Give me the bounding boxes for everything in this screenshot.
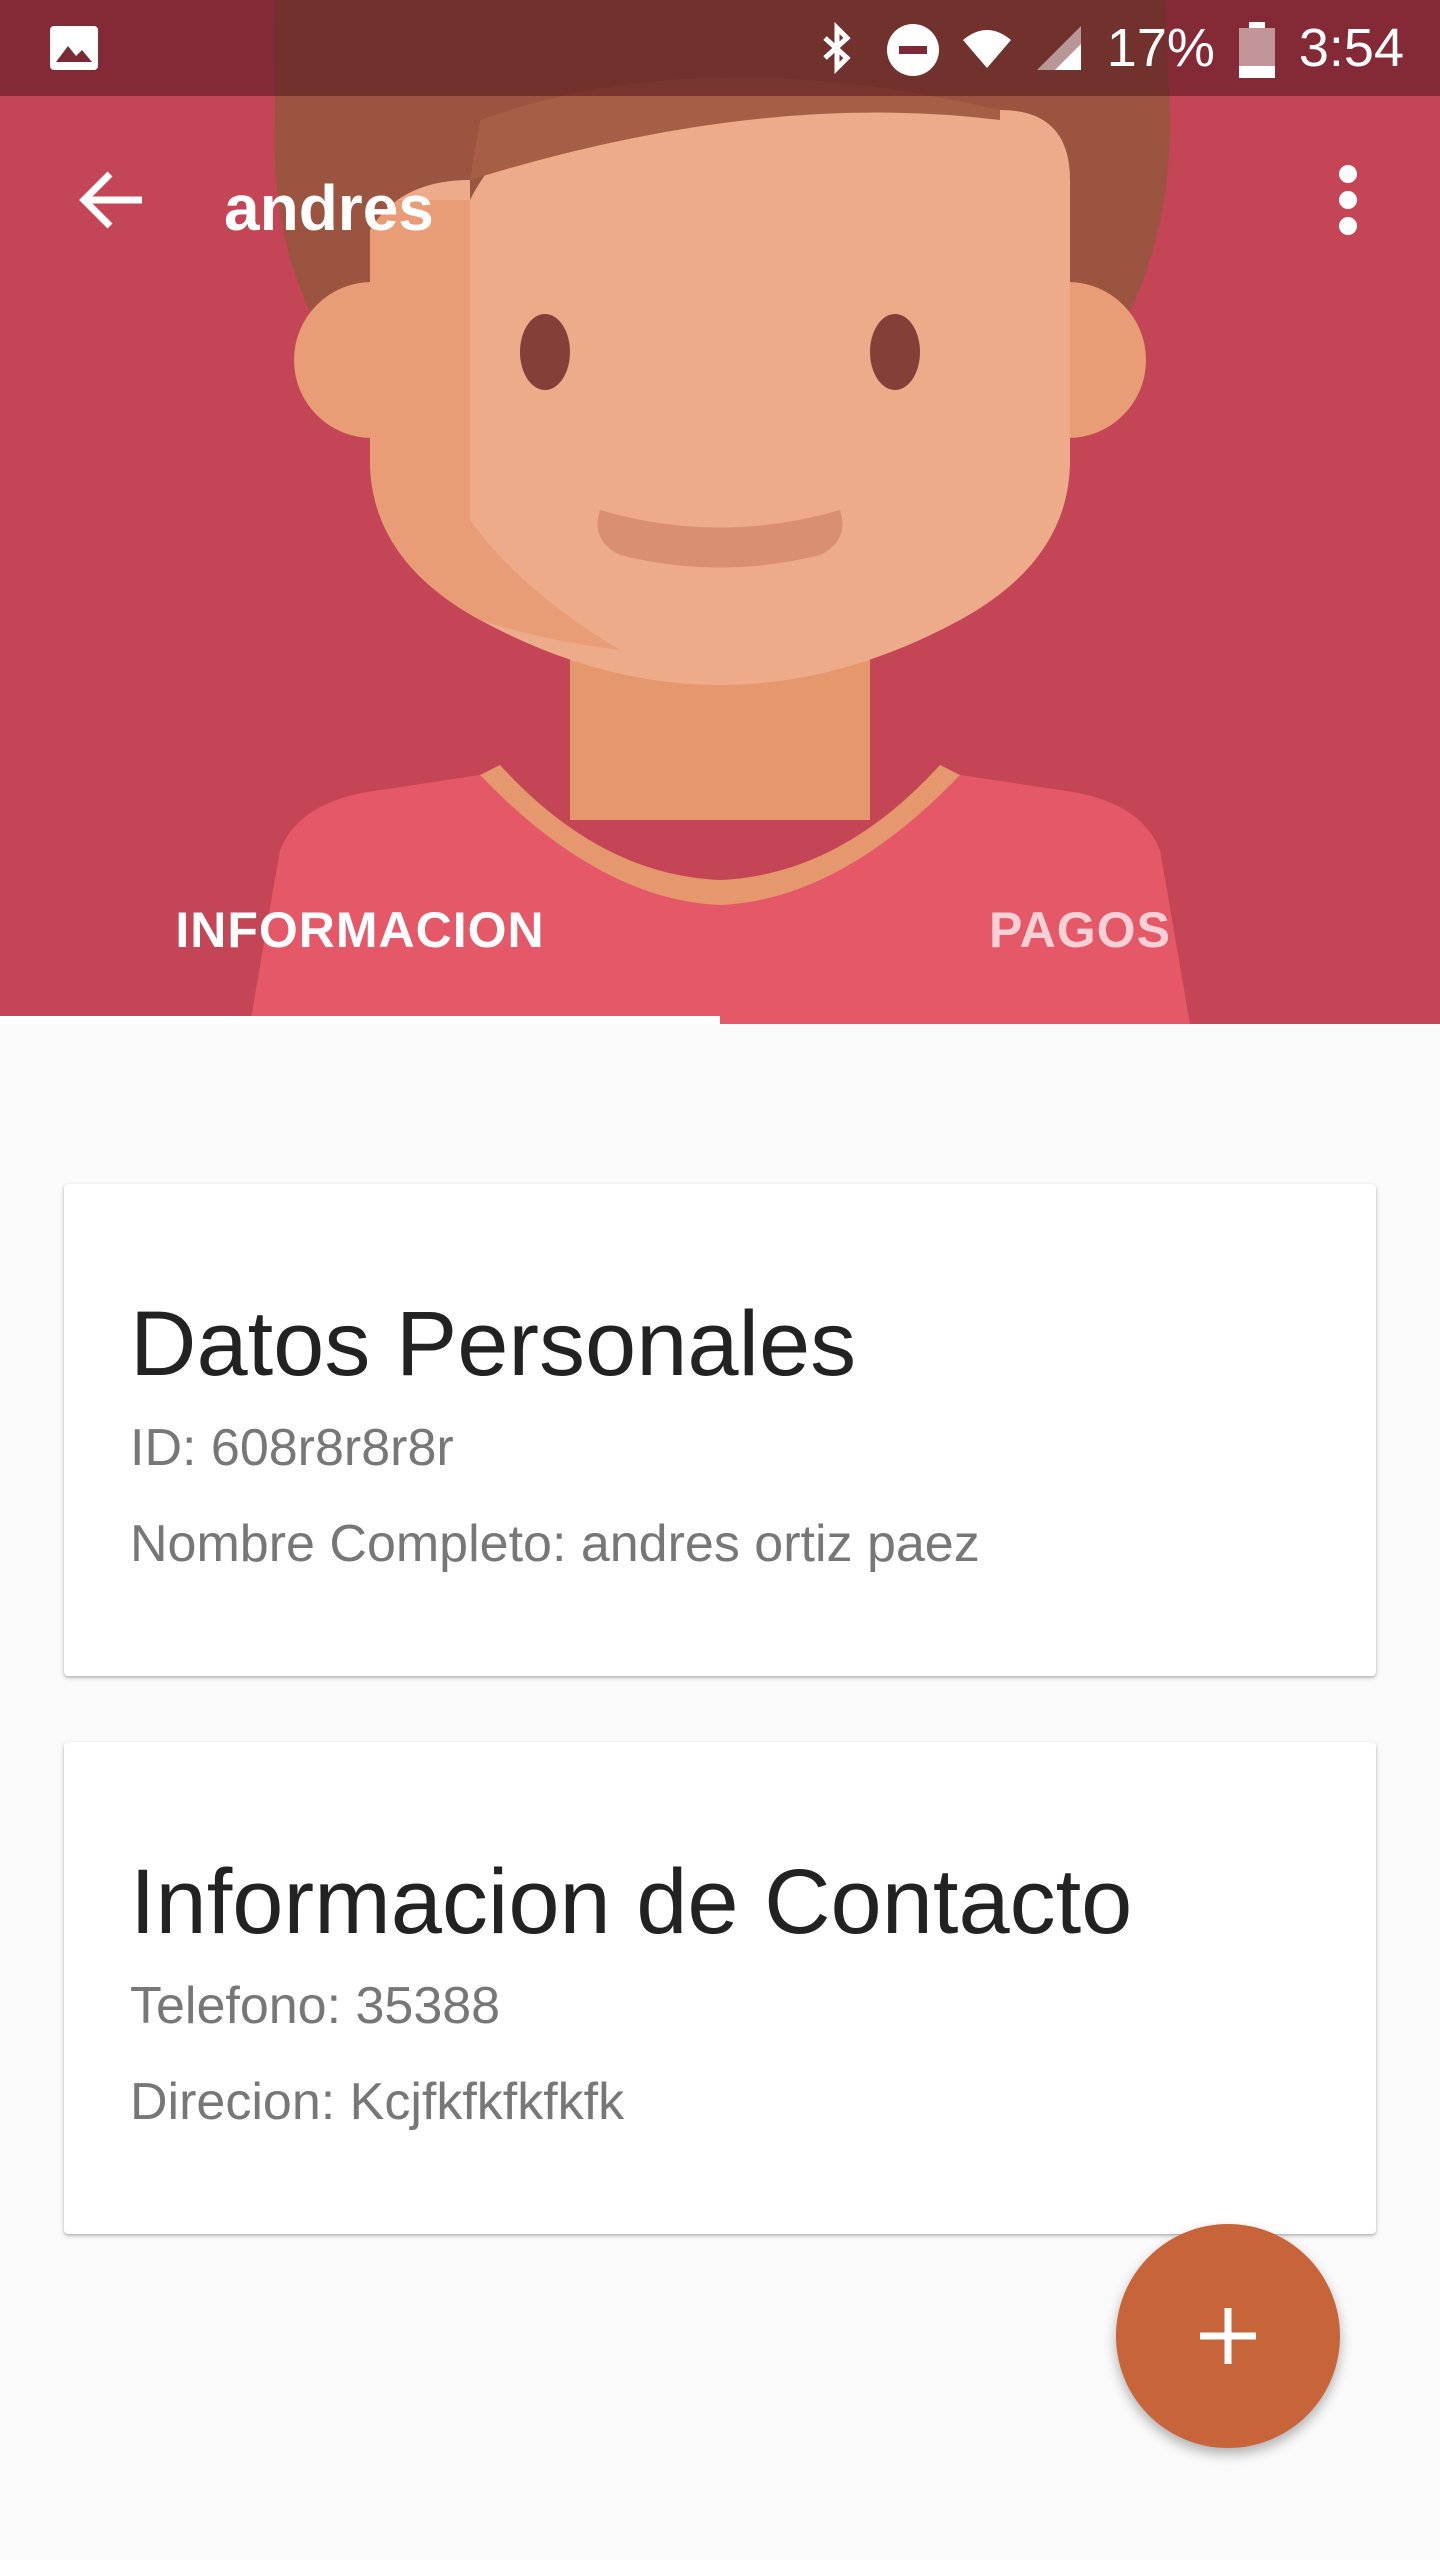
do-not-disturb-icon (885, 22, 939, 76)
toolbar: andres (0, 96, 1440, 320)
arrow-back-icon (79, 171, 142, 229)
battery-icon (1237, 22, 1277, 78)
bluetooth-icon (811, 21, 863, 75)
card-datos-personales: Datos Personales ID: 608r8r8r8r Nombre C… (64, 1184, 1376, 1676)
overflow-menu-button[interactable] (1296, 148, 1400, 252)
full-name-text: Nombre Completo: andres ortiz paez (130, 1515, 980, 1573)
battery-percent: 17% (1106, 18, 1215, 78)
image-icon (48, 24, 100, 72)
address-text: Direcion: Kcjfkfkfkfkfk (130, 2073, 625, 2131)
card-informacion-contacto: Informacion de Contacto Telefono: 35388 … (64, 1742, 1376, 2234)
tab-indicator (0, 1016, 720, 1024)
tab-informacion[interactable]: INFORMACION (0, 840, 720, 1020)
card-title: Datos Personales (130, 1293, 857, 1395)
tab-pagos[interactable]: PAGOS (720, 840, 1440, 1020)
clock: 3:54 (1298, 18, 1404, 78)
wifi-icon (959, 22, 1011, 74)
id-text: ID: 608r8r8r8r (130, 1419, 454, 1477)
add-fab-button[interactable] (1116, 2224, 1340, 2448)
phone-text: Telefono: 35388 (130, 1977, 501, 2035)
tab-bar: INFORMACION PAGOS (0, 840, 1440, 1024)
profile-header: 17% 3:54 andres INFORMACION PAGOS (0, 0, 1440, 1024)
card-title: Informacion de Contacto (130, 1851, 1133, 1953)
plus-icon (1200, 2308, 1256, 2364)
back-button[interactable] (60, 148, 164, 252)
more-vert-icon (1339, 165, 1357, 235)
signal-icon (1033, 22, 1085, 74)
page-title: andres (224, 172, 434, 244)
status-bar: 17% 3:54 (0, 0, 1440, 96)
